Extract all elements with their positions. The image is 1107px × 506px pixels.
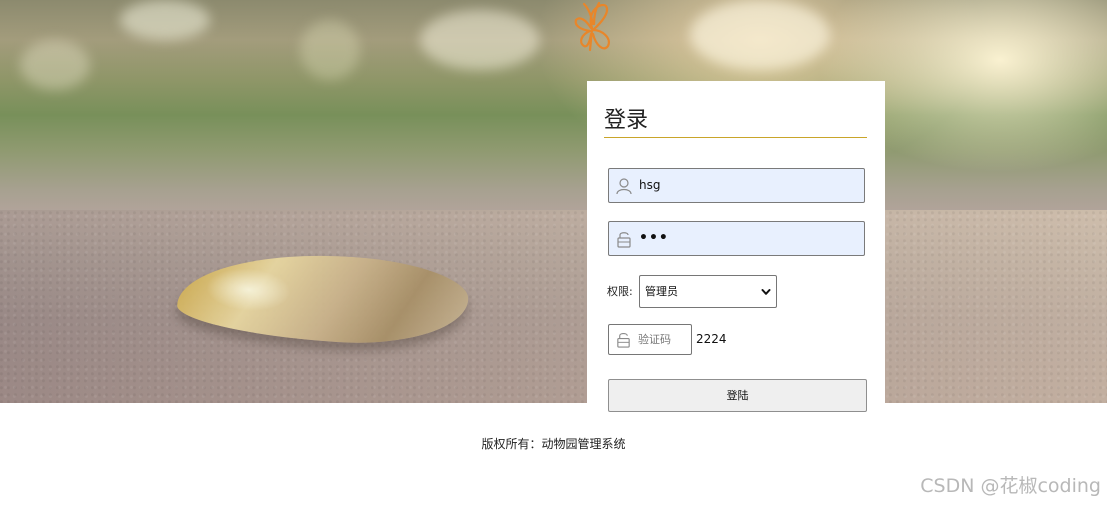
dry-leaf	[175, 244, 471, 352]
username-value: hsg	[639, 178, 661, 192]
bokeh-light	[300, 20, 360, 80]
user-icon	[615, 177, 633, 195]
login-button[interactable]: 登陆	[608, 379, 867, 412]
permission-label: 权限:	[607, 285, 633, 298]
bokeh-light	[120, 0, 210, 40]
background-photo	[0, 0, 1107, 403]
password-input[interactable]: •••	[608, 221, 865, 256]
login-card: 登录 hsg ••• 权限: 管理员 验证码 2224 登陆	[587, 81, 885, 421]
login-title: 登录	[604, 107, 867, 138]
username-input[interactable]: hsg	[608, 168, 865, 203]
permission-selected-value: 管理员	[645, 285, 678, 298]
login-page: 登录 hsg ••• 权限: 管理员 验证码 2224 登陆 版权所有：动物园管…	[0, 0, 1107, 506]
butterfly-icon	[566, 0, 616, 56]
permission-select[interactable]: 管理员	[639, 275, 777, 308]
password-value: •••	[639, 230, 669, 246]
copyright-footer: 版权所有：动物园管理系统	[481, 437, 626, 451]
captcha-placeholder: 验证码	[638, 333, 671, 346]
bokeh-light	[20, 40, 90, 90]
captcha-code[interactable]: 2224	[696, 324, 727, 355]
csdn-watermark: CSDN @花椒coding	[920, 475, 1101, 497]
lock-icon	[615, 331, 632, 348]
bokeh-light	[690, 0, 830, 70]
captcha-input[interactable]: 验证码	[608, 324, 692, 355]
chevron-down-icon	[761, 287, 771, 297]
lock-icon	[615, 230, 633, 248]
bokeh-light	[420, 10, 540, 70]
